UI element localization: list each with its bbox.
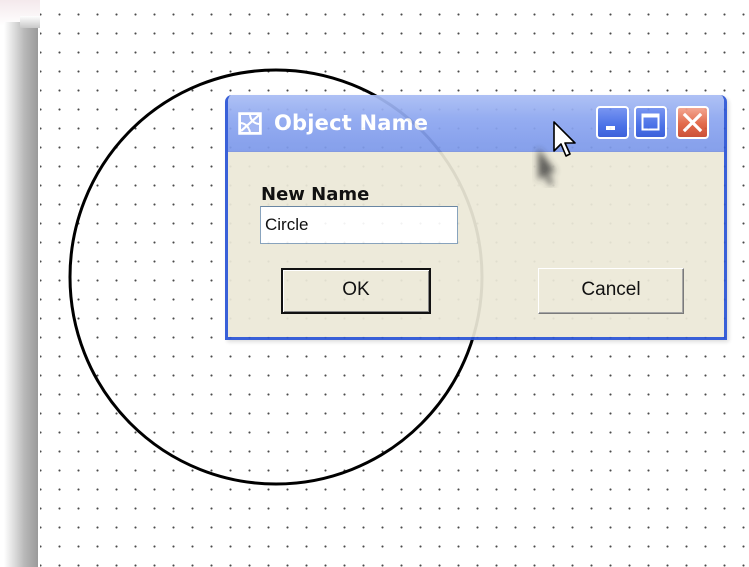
minimize-button[interactable]	[596, 106, 629, 139]
screen: Object Name New Name OK Cancel	[0, 0, 749, 567]
canvas-shadow	[4, 22, 38, 567]
maximize-button[interactable]	[634, 106, 667, 139]
minimize-icon	[606, 126, 615, 130]
shape-tool-icon	[238, 112, 264, 136]
new-name-label: New Name	[261, 184, 370, 205]
maximize-icon	[641, 113, 660, 131]
cancel-button[interactable]: Cancel	[538, 268, 684, 314]
object-name-dialog: Object Name New Name OK Cancel	[225, 95, 727, 340]
new-name-input[interactable]	[260, 206, 458, 244]
close-icon	[682, 112, 703, 133]
dialog-title: Object Name	[274, 111, 429, 135]
canvas-shadow-corner	[20, 16, 40, 28]
ok-button[interactable]: OK	[281, 268, 431, 314]
dialog-titlebar[interactable]: Object Name	[228, 95, 724, 152]
close-button[interactable]	[676, 106, 709, 139]
